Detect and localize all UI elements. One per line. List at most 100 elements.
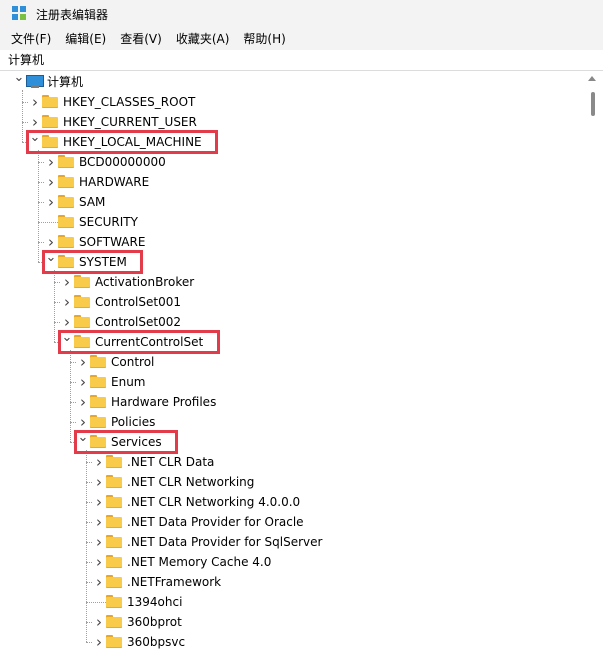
tree-node[interactable]: › .NET CLR Networking 4.0.0.0 [0,492,583,512]
tree-node[interactable]: › .NET Data Provider for SqlServer [0,532,583,552]
chevron-right-icon[interactable]: › [28,94,42,110]
menu-view[interactable]: 查看(V) [113,28,169,50]
menu-file[interactable]: 文件(F) [0,28,58,50]
folder-icon [106,575,122,588]
tree-node[interactable]: › ControlSet001 [0,292,583,312]
chevron-right-icon[interactable]: › [92,574,106,590]
tree-node[interactable]: ⌄ 计算机 [0,72,583,92]
folder-body [106,497,122,508]
tree-node-label: .NET Data Provider for SqlServer [127,535,323,549]
chevron-right-icon[interactable]: › [92,454,106,470]
chevron-right-icon[interactable]: › [92,534,106,550]
chevron-right-icon[interactable]: › [28,114,42,130]
tree-node-label: Control [111,355,155,369]
folder-body [58,237,74,248]
tree-node[interactable]: › ActivationBroker [0,272,583,292]
chevron-right-icon[interactable]: › [60,274,74,290]
tree-node[interactable]: › Enum [0,372,583,392]
chevron-right-icon[interactable]: › [92,514,106,530]
folder-body [90,417,106,428]
highlight-box [58,330,220,354]
folder-icon [58,215,74,228]
chevron-right-icon[interactable]: › [60,314,74,330]
tree-node-label: .NET Memory Cache 4.0 [127,555,272,569]
tree-node[interactable]: › .NET Memory Cache 4.0 [0,552,583,572]
folder-body [58,217,74,228]
tree-node[interactable]: › HKEY_CLASSES_ROOT [0,92,583,112]
tree-node[interactable]: › Hardware Profiles [0,392,583,412]
tree-node-label: .NET CLR Networking 4.0.0.0 [127,495,301,509]
folder-body [74,297,90,308]
chevron-down-icon[interactable]: ⌄ [12,72,26,86]
chevron-right-icon[interactable]: › [92,474,106,490]
tree-node[interactable]: › Policies [0,412,583,432]
address-bar[interactable]: 计算机 [0,50,603,71]
tree-node-label: HKEY_CLASSES_ROOT [63,95,196,109]
vertical-scrollbar[interactable] [583,72,603,661]
folder-body [106,517,122,528]
folder-icon [74,295,90,308]
chevron-right-icon[interactable]: › [44,154,58,170]
tree-node[interactable]: › BCD00000000 [0,152,583,172]
tree-node-label: 360bprot [127,615,182,629]
tree-node[interactable]: 1394ohci [0,592,583,612]
menu-help[interactable]: 帮助(H) [236,28,292,50]
chevron-right-icon[interactable]: › [44,194,58,210]
scroll-up-arrow-icon[interactable] [588,76,596,81]
menu-favorites[interactable]: 收藏夹(A) [169,28,237,50]
window-title: 注册表编辑器 [36,7,109,22]
folder-body [58,157,74,168]
folder-icon [106,635,122,648]
chevron-right-icon[interactable]: › [92,614,106,630]
tree-node[interactable]: › SOFTWARE [0,232,583,252]
tree-node-label: SOFTWARE [79,235,146,249]
tree-branch-line [86,602,106,603]
folder-icon [106,455,122,468]
tree-node[interactable]: › .NET CLR Networking [0,472,583,492]
folder-body [58,197,74,208]
folder-icon [58,195,74,208]
chevron-right-icon[interactable]: › [92,494,106,510]
folder-body [74,277,90,288]
folder-icon [58,235,74,248]
chevron-right-icon[interactable]: › [44,234,58,250]
title-bar: 注册表编辑器 [0,0,603,28]
tree-node[interactable]: › 360bpsvc [0,632,583,652]
chevron-right-icon[interactable]: › [76,374,90,390]
computer-icon [26,75,44,89]
menu-bar: 文件(F) 编辑(E) 查看(V) 收藏夹(A) 帮助(H) [0,28,603,51]
tree-node[interactable]: › .NETFramework [0,572,583,592]
chevron-right-icon[interactable]: › [92,554,106,570]
tree-node-label: HARDWARE [79,175,150,189]
tree-node-label: .NET Data Provider for Oracle [127,515,304,529]
folder-body [90,377,106,388]
tree-node[interactable]: › ControlSet002 [0,312,583,332]
chevron-right-icon[interactable]: › [60,294,74,310]
highlight-box [74,430,178,454]
tree-node[interactable]: › .NET CLR Data [0,452,583,472]
tree-node[interactable]: › HKEY_CURRENT_USER [0,112,583,132]
chevron-right-icon[interactable]: › [92,634,106,650]
scroll-thumb[interactable] [591,92,595,116]
tree-node[interactable]: › HARDWARE [0,172,583,192]
chevron-right-icon[interactable]: › [76,354,90,370]
chevron-right-icon[interactable]: › [76,394,90,410]
folder-icon [90,355,106,368]
regedit-app-icon [12,6,28,22]
tree-node-label: Enum [111,375,146,389]
folder-body [106,597,122,608]
tree-node[interactable]: SECURITY [0,212,583,232]
tree-node[interactable]: › 360bprot [0,612,583,632]
tree-node[interactable]: › SAM [0,192,583,212]
tree-node-label: SAM [79,195,106,209]
folder-icon [106,555,122,568]
chevron-right-icon[interactable]: › [44,174,58,190]
tree-node[interactable]: › .NET Data Provider for Oracle [0,512,583,532]
tree-node[interactable]: › Control [0,352,583,372]
folder-icon [58,175,74,188]
tree-node-label: ActivationBroker [95,275,195,289]
chevron-right-icon[interactable]: › [76,414,90,430]
menu-edit[interactable]: 编辑(E) [58,28,113,50]
folder-icon [74,315,90,328]
highlight-box [26,130,218,154]
